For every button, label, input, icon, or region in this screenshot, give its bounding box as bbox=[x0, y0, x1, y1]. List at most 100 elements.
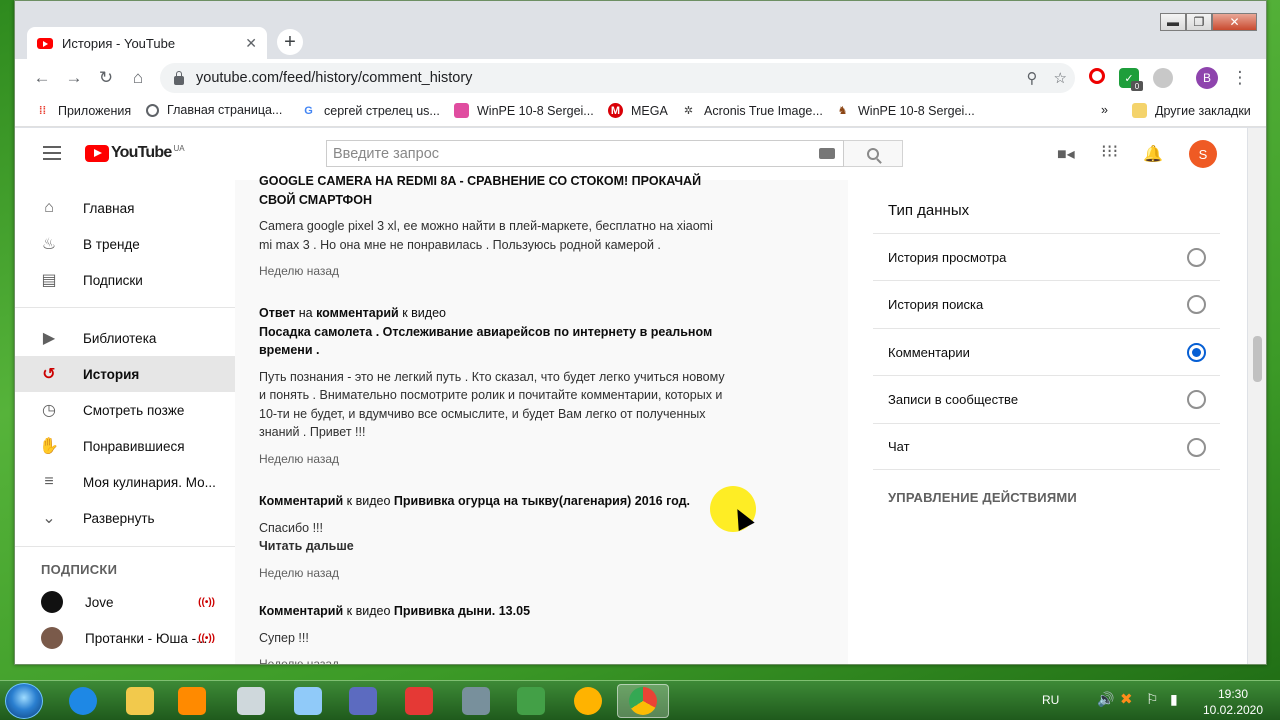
keyboard-icon[interactable] bbox=[819, 148, 835, 159]
address-bar[interactable]: youtube.com/feed/history/comment_history… bbox=[160, 63, 1075, 93]
radio-button-selected[interactable] bbox=[1187, 343, 1206, 362]
home-icon[interactable]: ⌂ bbox=[127, 67, 149, 89]
comment-link[interactable]: комментарий bbox=[316, 306, 399, 320]
account-avatar[interactable]: S bbox=[1189, 140, 1217, 168]
hamburger-menu-icon[interactable] bbox=[43, 146, 61, 160]
solitaire-icon bbox=[517, 687, 545, 715]
computer-icon bbox=[462, 687, 490, 715]
library-icon: ▶ bbox=[42, 330, 56, 347]
sidebar-item-trending[interactable]: ♨ В тренде bbox=[15, 226, 235, 262]
sidebar-item-playlist[interactable]: ≡ Моя кулинария. Мо... bbox=[15, 464, 235, 500]
action-center-flag-icon[interactable]: ⚐ bbox=[1146, 691, 1159, 708]
avast-icon[interactable]: ✖ bbox=[1120, 690, 1133, 708]
minimize-button[interactable]: ▬ bbox=[1160, 13, 1186, 31]
sidebar-item-subscriptions[interactable]: ▤ Подписки bbox=[15, 262, 235, 298]
ie-icon bbox=[69, 687, 97, 715]
search-button[interactable] bbox=[844, 140, 903, 167]
maximize-button[interactable]: ❐ bbox=[1186, 13, 1212, 31]
video-title-link[interactable]: GOOGLE CAMERA НА REDMI 8A - СРАВНЕНИЕ СО… bbox=[259, 172, 729, 209]
taskbar-app-explorer[interactable] bbox=[114, 684, 166, 718]
taskbar-app-chrome[interactable] bbox=[617, 684, 669, 718]
forward-icon[interactable]: → bbox=[63, 67, 85, 89]
taskbar-app-ie[interactable] bbox=[57, 684, 109, 718]
bookmark-acronis[interactable]: ✲ Acronis True Image... bbox=[681, 103, 823, 118]
radio-button[interactable] bbox=[1187, 248, 1206, 267]
back-icon[interactable]: ← bbox=[31, 67, 53, 89]
radio-button[interactable] bbox=[1187, 390, 1206, 409]
bookmarks-overflow-icon[interactable]: » bbox=[1101, 103, 1108, 117]
tab-youtube-history[interactable]: История - YouTube ✕ bbox=[27, 27, 267, 59]
taskbar-app-notepad[interactable] bbox=[282, 684, 334, 718]
video-title-link[interactable]: Прививка огурца на тыкву(лагенария) 2016… bbox=[394, 494, 690, 508]
profile-avatar[interactable]: B bbox=[1196, 67, 1218, 89]
search-icon bbox=[867, 147, 879, 160]
tab-close-icon[interactable]: ✕ bbox=[245, 35, 257, 52]
option-search-history[interactable]: История поиска bbox=[873, 280, 1220, 327]
taskbar: RU 🔊 ✖ ⚐ ▮ 19:30 10.02.2020 bbox=[0, 680, 1280, 720]
taskbar-app-computer[interactable] bbox=[450, 684, 502, 718]
read-more-link[interactable]: Читать дальше bbox=[259, 537, 729, 556]
taskbar-app-network[interactable] bbox=[337, 684, 389, 718]
new-tab-button[interactable]: + bbox=[277, 29, 303, 55]
bookmark-winpe-2[interactable]: ♞ WinPE 10-8 Sergei... bbox=[835, 103, 975, 118]
sidebar-item-label: Библиотека bbox=[83, 330, 157, 346]
scrollbar-thumb[interactable] bbox=[1253, 336, 1262, 382]
volume-icon[interactable]: 🔊 bbox=[1097, 691, 1114, 708]
comment-entry: Комментарий к видео Прививка дыни. 13.05… bbox=[259, 602, 729, 664]
language-indicator[interactable]: RU bbox=[1042, 693, 1059, 707]
bookmark-star-icon[interactable]: ☆ bbox=[1054, 69, 1067, 87]
sidebar-item-liked[interactable]: ✋ Понравившиеся bbox=[15, 428, 235, 464]
taskbar-app-burning[interactable] bbox=[562, 684, 614, 718]
option-community-posts[interactable]: Записи в сообществе bbox=[873, 375, 1220, 422]
option-label: Комментарии bbox=[888, 344, 970, 360]
system-clock[interactable]: 19:30 10.02.2020 bbox=[1198, 686, 1268, 718]
comment-heading: Комментарий к видео Прививка огурца на т… bbox=[259, 492, 729, 511]
taskbar-app-media-player[interactable] bbox=[166, 684, 218, 718]
comment-timestamp: Неделю назад bbox=[259, 264, 340, 278]
option-label: История просмотра bbox=[888, 249, 1007, 265]
youtube-logo[interactable]: YouTube UA bbox=[85, 144, 185, 162]
zoom-icon[interactable]: ⚲ bbox=[1027, 69, 1038, 87]
start-button[interactable] bbox=[5, 683, 43, 719]
reload-icon[interactable]: ↻ bbox=[95, 67, 117, 89]
create-video-icon[interactable]: ■◂ bbox=[1057, 144, 1075, 164]
video-title-link[interactable]: Посадка самолета . Отслеживание авиарейс… bbox=[259, 323, 729, 360]
clock-time: 19:30 bbox=[1217, 687, 1249, 701]
live-indicator-icon: ((•)) bbox=[198, 632, 215, 644]
manage-activity-link[interactable]: УПРАВЛЕНИЕ ДЕЙСТВИЯМИ bbox=[888, 490, 1077, 505]
option-comments[interactable]: Комментарии bbox=[873, 328, 1220, 375]
taskbar-app-dice[interactable] bbox=[393, 684, 445, 718]
globe-extension-icon[interactable] bbox=[1153, 68, 1173, 88]
sidebar-item-history[interactable]: ↺ История bbox=[15, 356, 235, 392]
sidebar-item-watch-later[interactable]: ◷ Смотреть позже bbox=[15, 392, 235, 428]
option-chat[interactable]: Чат bbox=[873, 423, 1220, 470]
close-window-button[interactable]: ✕ bbox=[1212, 13, 1257, 31]
apps-grid-icon[interactable]: ⁝⁝⁝ bbox=[1101, 141, 1118, 162]
bookmark-home-page[interactable]: Главная страница... bbox=[146, 103, 282, 117]
comment-label: Комментарий bbox=[259, 604, 344, 618]
other-bookmarks[interactable]: Другие закладки bbox=[1132, 103, 1251, 118]
subscription-jove[interactable]: Jove ((•)) bbox=[15, 585, 235, 619]
bookmark-google[interactable]: G сергей стрелец us... bbox=[301, 103, 440, 118]
video-title-link[interactable]: Прививка дыни. 13.05 bbox=[394, 604, 530, 618]
opera-extension-icon[interactable] bbox=[1089, 68, 1105, 84]
bookmark-mega[interactable]: M MEGA bbox=[608, 103, 668, 118]
subscription-protanki[interactable]: Протанки - Юша -... ((•)) bbox=[15, 621, 235, 655]
sidebar-item-label: Подписки bbox=[83, 272, 143, 288]
sidebar-item-expand[interactable]: ⌄ Развернуть bbox=[15, 500, 235, 536]
channel-avatar bbox=[41, 591, 63, 613]
bookmark-apps[interactable]: ⁞⁞ Приложения bbox=[35, 103, 131, 118]
taskbar-app-calculator[interactable] bbox=[225, 684, 277, 718]
sidebar-item-home[interactable]: ⌂ Главная bbox=[15, 190, 235, 226]
taskbar-app-solitaire[interactable] bbox=[505, 684, 557, 718]
bookmark-winpe[interactable]: WinPE 10-8 Sergei... bbox=[454, 103, 594, 118]
page-scrollbar[interactable] bbox=[1248, 128, 1266, 664]
notifications-bell-icon[interactable]: 🔔 bbox=[1143, 144, 1163, 164]
menu-kebab-icon[interactable]: ⋮ bbox=[1229, 67, 1251, 89]
sidebar-item-library[interactable]: ▶ Библиотека bbox=[15, 320, 235, 356]
option-watch-history[interactable]: История просмотра bbox=[873, 233, 1220, 280]
search-input[interactable]: Введите запрос bbox=[326, 140, 844, 167]
radio-button[interactable] bbox=[1187, 438, 1206, 457]
radio-button[interactable] bbox=[1187, 295, 1206, 314]
power-icon[interactable]: ▮ bbox=[1170, 691, 1178, 708]
